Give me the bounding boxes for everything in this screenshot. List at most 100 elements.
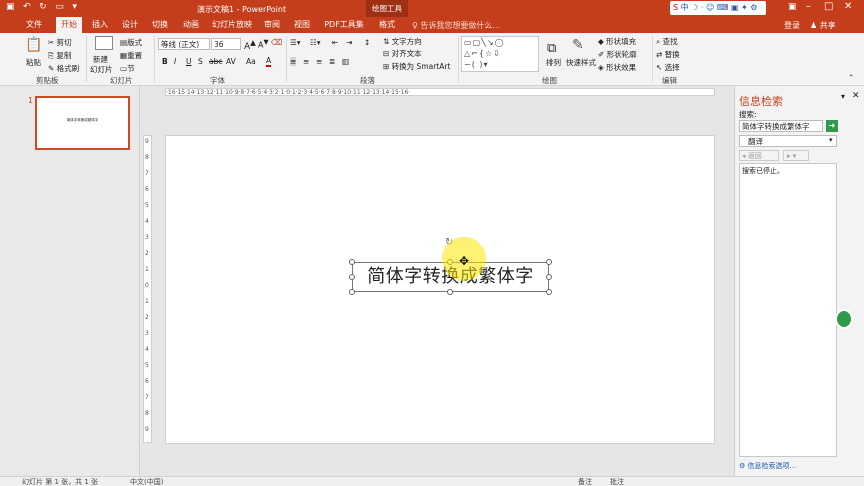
section-button[interactable]: ▭节 bbox=[120, 63, 135, 74]
cut-button[interactable]: ✂ 剪切 bbox=[48, 37, 72, 48]
pane-close-icon[interactable]: ✕ bbox=[852, 91, 860, 101]
shape-effects-button[interactable]: ◈ 形状效果 bbox=[598, 62, 636, 73]
align-right-icon[interactable]: ≡ bbox=[316, 57, 322, 66]
collapse-ribbon-icon[interactable]: ⌃ bbox=[848, 73, 854, 82]
shape-outline-button[interactable]: ✐ 形状轮廓 bbox=[598, 49, 637, 60]
font-size-select[interactable]: 36 bbox=[211, 38, 241, 50]
resize-handle-ml[interactable] bbox=[349, 274, 355, 280]
resize-handle-bl[interactable] bbox=[349, 289, 355, 295]
redo-icon[interactable]: ↻ bbox=[39, 2, 47, 12]
resize-handle-mr[interactable] bbox=[546, 274, 552, 280]
convert-smartart-button[interactable]: ⊞ 转换为 SmartArt bbox=[383, 61, 450, 72]
floating-assistant-icon[interactable] bbox=[835, 309, 853, 329]
quick-styles-icon[interactable]: ✎ bbox=[572, 37, 584, 53]
undo-icon[interactable]: ↶ bbox=[23, 2, 31, 12]
strikethrough-button[interactable]: abc bbox=[209, 57, 222, 66]
research-service-select[interactable]: 翻译 bbox=[739, 135, 837, 147]
replace-label: 替换 bbox=[664, 50, 680, 59]
tab-format[interactable]: 格式 bbox=[372, 17, 402, 33]
minimize-icon[interactable]: – bbox=[806, 1, 811, 12]
ime-toolbar[interactable]: S 中 ☽ · ☺ ⌨ ▣ ✦ ⚙ bbox=[670, 1, 766, 15]
line-spacing-icon[interactable]: ↕ bbox=[364, 38, 370, 47]
paste-button[interactable]: 粘贴 bbox=[26, 57, 41, 68]
char-spacing-button[interactable]: AV bbox=[226, 57, 236, 66]
shrink-font-icon[interactable]: A▼ bbox=[258, 38, 269, 50]
options-icon: ⚙ bbox=[739, 462, 748, 470]
font-name-select[interactable]: 等线 (正文) bbox=[158, 38, 210, 50]
columns-icon[interactable]: ▥ bbox=[342, 57, 349, 66]
tab-home[interactable]: 开始 bbox=[56, 17, 82, 33]
share-button[interactable]: ♟ 共享 bbox=[810, 20, 836, 31]
replace-button[interactable]: ⇄ 替换 bbox=[656, 49, 680, 60]
resize-handle-br[interactable] bbox=[546, 289, 552, 295]
tab-insert[interactable]: 插入 bbox=[88, 17, 112, 33]
tab-design[interactable]: 设计 bbox=[118, 17, 142, 33]
text-shadow-button[interactable]: S bbox=[198, 57, 203, 66]
search-go-icon[interactable]: ➜ bbox=[826, 120, 838, 132]
pane-options-icon[interactable]: ▾ bbox=[841, 92, 845, 101]
text-direction-button[interactable]: ⇅ 文字方向 bbox=[383, 36, 422, 47]
resize-handle-tl[interactable] bbox=[349, 259, 355, 265]
slide-canvas[interactable]: 简体字转换成繁体字 ↻ ✥ bbox=[165, 135, 715, 444]
research-options-link[interactable]: ⚙ 信息检索选项... bbox=[739, 461, 796, 471]
bullets-icon[interactable]: ☰▾ bbox=[290, 38, 301, 47]
login-link[interactable]: 登录 bbox=[784, 20, 800, 31]
horizontal-ruler[interactable]: ·16·15·14·13·12·11·10·9·8·7·6·5·4·3·2·1·… bbox=[165, 88, 715, 96]
select-button[interactable]: ↖ 选择 bbox=[656, 62, 680, 73]
tab-file[interactable]: 文件 bbox=[22, 17, 46, 33]
layout-button[interactable]: ▤版式 bbox=[120, 37, 142, 48]
grow-font-icon[interactable]: A▲ bbox=[244, 38, 256, 52]
increase-indent-icon[interactable]: ⇥ bbox=[346, 38, 352, 47]
save-icon[interactable]: ▣ bbox=[6, 2, 15, 12]
language-indicator[interactable]: 中文(中国) bbox=[130, 477, 163, 486]
ribbon-display-icon[interactable]: ▣ bbox=[788, 2, 797, 12]
back-button[interactable]: ◂ 返回 bbox=[739, 150, 779, 161]
change-case-button[interactable]: Aa bbox=[246, 57, 256, 66]
paste-icon[interactable]: 📋 bbox=[25, 37, 42, 53]
tab-slideshow[interactable]: 幻灯片放映 bbox=[210, 17, 254, 33]
comments-button[interactable]: 批注 bbox=[610, 477, 624, 486]
quick-styles-button[interactable]: 快速样式 bbox=[566, 57, 596, 68]
slideshow-icon[interactable]: ▭ bbox=[55, 2, 64, 12]
arrange-button[interactable]: 排列 bbox=[546, 57, 561, 68]
format-painter-button[interactable]: ✎ 格式刷 bbox=[48, 63, 79, 74]
clear-format-icon[interactable]: ⌫ bbox=[271, 38, 282, 47]
tell-me-box[interactable]: ♀ 告诉我您想要做什么... bbox=[412, 20, 500, 31]
service-dropdown-icon[interactable]: ▾ bbox=[829, 136, 833, 144]
vertical-ruler[interactable]: 9 8 7 6 5 4 3 2 1 0 1 2 3 4 5 6 7 8 9 bbox=[143, 135, 152, 443]
arrange-icon[interactable]: ⧉ bbox=[547, 41, 556, 56]
shape-star-icon: ☆ bbox=[484, 49, 494, 58]
maximize-icon[interactable]: □ bbox=[824, 1, 833, 12]
resize-handle-bc[interactable] bbox=[447, 289, 453, 295]
new-slide-button-line2[interactable]: 幻灯片 bbox=[90, 64, 113, 75]
close-icon[interactable]: ✕ bbox=[844, 1, 852, 12]
underline-button[interactable]: U bbox=[186, 57, 192, 66]
tab-transitions[interactable]: 切换 bbox=[148, 17, 172, 33]
reset-button[interactable]: ▦重置 bbox=[120, 50, 142, 61]
italic-button[interactable]: I bbox=[174, 57, 176, 66]
align-center-icon[interactable]: ≡ bbox=[303, 57, 309, 66]
tab-animations[interactable]: 动画 bbox=[178, 17, 204, 33]
new-slide-icon[interactable] bbox=[95, 36, 113, 50]
resize-handle-tr[interactable] bbox=[546, 259, 552, 265]
font-color-button[interactable]: A bbox=[266, 56, 272, 67]
notes-button[interactable]: 备注 bbox=[578, 477, 592, 486]
find-button[interactable]: ⌕ 查找 bbox=[656, 36, 678, 47]
customize-qat-icon[interactable]: ▾ bbox=[72, 2, 77, 12]
bold-button[interactable]: B bbox=[162, 57, 168, 66]
numbering-icon[interactable]: ☷▾ bbox=[310, 38, 321, 47]
paragraph-group-label: 段落 bbox=[360, 76, 375, 85]
align-left-icon[interactable]: ≡ bbox=[290, 57, 297, 66]
shapes-gallery[interactable]: ▭▢╲↘◯ △⌐{☆⇩ ∽( )▾ bbox=[461, 36, 539, 72]
tab-view[interactable]: 视图 bbox=[290, 17, 314, 33]
justify-icon[interactable]: ≣ bbox=[329, 57, 335, 66]
copy-button[interactable]: ⎘ 复制 bbox=[48, 50, 71, 61]
slide-thumbnail[interactable]: 简体字转换成繁体字 bbox=[35, 96, 130, 150]
align-text-button[interactable]: ⊟ 对齐文本 bbox=[383, 48, 422, 59]
forward-button[interactable]: ▸ ▾ bbox=[783, 150, 809, 161]
research-search-input[interactable]: 简体字转换成繁体字 bbox=[739, 120, 823, 132]
decrease-indent-icon[interactable]: ⇤ bbox=[332, 38, 338, 47]
tab-review[interactable]: 审阅 bbox=[260, 17, 284, 33]
tab-pdf-tools[interactable]: PDF工具集 bbox=[322, 17, 366, 33]
shape-fill-button[interactable]: ◆ 形状填充 bbox=[598, 36, 636, 47]
